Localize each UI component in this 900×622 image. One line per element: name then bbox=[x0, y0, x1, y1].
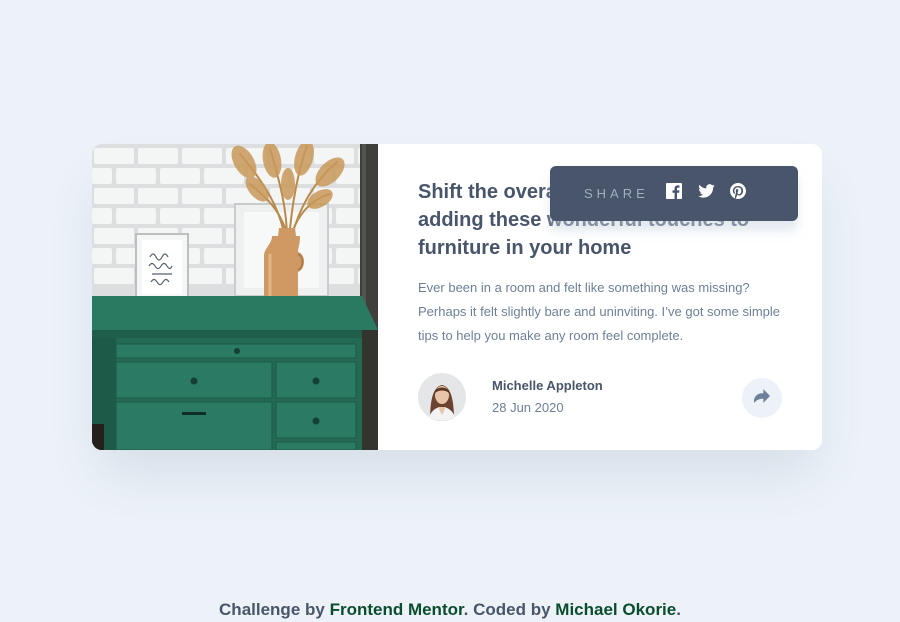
attribution-suffix: . bbox=[676, 600, 681, 619]
share-button[interactable] bbox=[742, 378, 782, 418]
attribution-prefix: Challenge by bbox=[219, 600, 330, 619]
article-image bbox=[92, 144, 378, 450]
pinterest-link[interactable] bbox=[728, 182, 748, 204]
frontend-mentor-link[interactable]: Frontend Mentor bbox=[330, 600, 464, 619]
attribution-middle: . Coded by bbox=[463, 600, 556, 619]
author-link[interactable]: Michael Okorie bbox=[555, 600, 676, 619]
share-label: SHARE bbox=[584, 186, 649, 201]
share-arrow-icon bbox=[754, 388, 770, 408]
twitter-link[interactable] bbox=[696, 183, 716, 203]
author-name: Michelle Appleton bbox=[492, 378, 603, 393]
attribution: Challenge by Frontend Mentor. Coded by M… bbox=[0, 600, 900, 620]
share-popup: SHARE bbox=[550, 166, 798, 221]
author-section: Michelle Appleton 28 Jun 2020 bbox=[418, 373, 782, 421]
pinterest-icon bbox=[730, 182, 746, 204]
avatar bbox=[418, 373, 466, 421]
article-date: 28 Jun 2020 bbox=[492, 400, 564, 415]
twitter-icon bbox=[697, 183, 715, 203]
article-description: Ever been in a room and felt like someth… bbox=[418, 280, 781, 343]
facebook-icon bbox=[666, 182, 682, 204]
facebook-link[interactable] bbox=[664, 182, 684, 204]
